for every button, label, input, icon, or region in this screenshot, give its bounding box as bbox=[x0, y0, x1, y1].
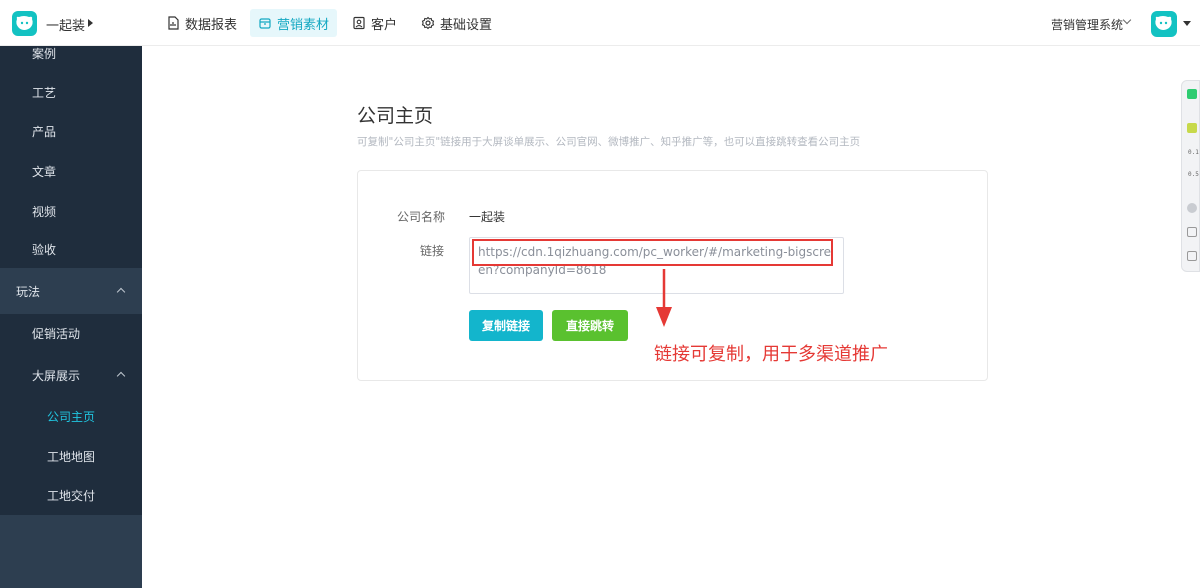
sidebar-group-bigscreen[interactable]: 大屏展示 bbox=[0, 355, 142, 395]
sidebar-item-cases[interactable]: 案例 bbox=[0, 33, 142, 73]
customer-card-icon bbox=[353, 16, 365, 30]
marketing-box-icon bbox=[259, 18, 271, 29]
sidebar-item-label: 工艺 bbox=[32, 85, 57, 100]
avatar[interactable] bbox=[1151, 11, 1177, 37]
sidebar-item-label: 文章 bbox=[32, 164, 57, 179]
company-name-label: 公司名称 bbox=[397, 210, 446, 224]
caret-right-icon[interactable] bbox=[88, 19, 93, 27]
sidebar-item-label: 大屏展示 bbox=[32, 368, 81, 383]
shield-icon[interactable] bbox=[1187, 89, 1197, 99]
page-subtitle: 可复制"公司主页"链接用于大屏谈单展示、公司官网、微博推广、知乎推广等，也可以直… bbox=[357, 136, 861, 148]
chevron-down-icon[interactable] bbox=[1122, 15, 1132, 25]
image-icon[interactable] bbox=[1187, 227, 1197, 237]
sidebar-item-site-delivery[interactable]: 工地交付 bbox=[0, 475, 142, 515]
file-chart-icon bbox=[168, 16, 179, 30]
floating-toolbar[interactable]: 0.1 0.5 bbox=[1181, 80, 1200, 272]
chevron-up-icon bbox=[116, 371, 126, 381]
sidebar-item-label: 工地交付 bbox=[47, 488, 96, 503]
sidebar-item-site-map[interactable]: 工地地图 bbox=[0, 436, 142, 476]
annotation-text: 链接可复制，用于多渠道推广 bbox=[654, 344, 888, 365]
sidebar-item-products[interactable]: 产品 bbox=[0, 111, 142, 151]
copy-link-button[interactable]: 复制链接 bbox=[469, 310, 543, 341]
sidebar-item-label: 视频 bbox=[32, 204, 57, 219]
sidebar-item-label: 玩法 bbox=[16, 284, 41, 299]
caret-down-icon[interactable] bbox=[1183, 21, 1191, 26]
highlight-frame bbox=[472, 239, 833, 266]
jump-button[interactable]: 直接跳转 bbox=[552, 310, 628, 341]
sidebar-item-articles[interactable]: 文章 bbox=[0, 151, 142, 191]
arrow-down-icon bbox=[656, 269, 672, 327]
sidebar-item-label: 验收 bbox=[32, 242, 57, 257]
link-label: 链接 bbox=[420, 244, 445, 258]
nav-label: 营销素材 bbox=[277, 17, 330, 33]
chat-icon[interactable] bbox=[1187, 203, 1197, 213]
sidebar-group-gameplay[interactable]: 玩法 bbox=[0, 271, 142, 311]
sidebar-item-craft[interactable]: 工艺 bbox=[0, 72, 142, 112]
company-name-value: 一起装 bbox=[469, 210, 506, 224]
nav-label: 客户 bbox=[371, 17, 398, 33]
sidebar-item-label: 案例 bbox=[32, 46, 57, 61]
chevron-up-icon bbox=[116, 287, 126, 297]
nav-data-report[interactable]: 数据报表 bbox=[158, 9, 245, 37]
sidebar-item-company-homepage[interactable]: 公司主页 bbox=[0, 396, 142, 436]
sidebar-item-acceptance[interactable]: 验收 bbox=[0, 229, 142, 269]
widget-stat: 0.1 bbox=[1188, 149, 1199, 156]
nav-label: 数据报表 bbox=[185, 17, 238, 33]
sidebar-item-label: 公司主页 bbox=[47, 409, 96, 424]
sidebar-item-label: 产品 bbox=[32, 124, 57, 139]
sidebar-item-videos[interactable]: 视频 bbox=[0, 191, 142, 231]
nav-marketing-materials[interactable]: 营销素材 bbox=[250, 9, 338, 37]
sidebar-item-promotions[interactable]: 促销活动 bbox=[0, 313, 142, 353]
gear-icon bbox=[421, 16, 435, 30]
widget-stat: 0.5 bbox=[1188, 171, 1199, 178]
nav-basic-settings[interactable]: 基础设置 bbox=[413, 9, 500, 37]
page-title: 公司主页 bbox=[357, 105, 434, 127]
company-switcher[interactable]: 一起装 bbox=[46, 15, 85, 34]
sidebar-item-label: 工地地图 bbox=[47, 449, 96, 464]
top-bar: 一起装 数据报表 营销素材 客户 基础设置 营销管理系统 bbox=[0, 0, 1200, 46]
battery-icon[interactable] bbox=[1187, 123, 1197, 133]
system-switcher[interactable]: 营销管理系统 bbox=[1051, 16, 1123, 33]
sidebar-item-label: 促销活动 bbox=[32, 326, 81, 341]
nav-label: 基础设置 bbox=[440, 17, 493, 33]
search-icon[interactable] bbox=[1187, 251, 1197, 261]
nav-customers[interactable]: 客户 bbox=[344, 9, 405, 37]
